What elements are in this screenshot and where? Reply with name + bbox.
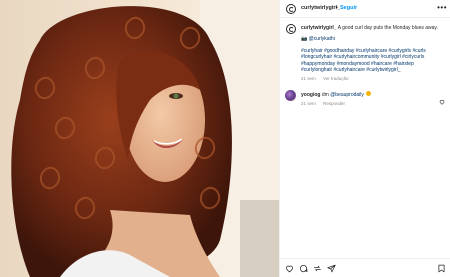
- comment-meta: 21 sem Responder: [301, 101, 436, 107]
- comment-mention-link[interactable]: @beauprodaily: [330, 92, 364, 98]
- hashtags[interactable]: #curlyhair #goodhairday #curlyhaircare #…: [301, 48, 446, 74]
- comment-item: yoogiog dm @beauprodaily 21 sem Responde…: [301, 91, 436, 107]
- share-icon[interactable]: [327, 264, 336, 273]
- comment-text: dm: [321, 91, 329, 98]
- post-caption: curlytwirlygirl_ A good curl day puts th…: [301, 25, 446, 83]
- comment-username[interactable]: yoogiog: [301, 92, 320, 98]
- commenter-avatar[interactable]: [285, 90, 296, 101]
- caption-avatar-icon[interactable]: [286, 24, 296, 34]
- repost-icon[interactable]: [313, 264, 322, 273]
- follow-button[interactable]: Seguir: [340, 5, 357, 11]
- post-photo[interactable]: [0, 0, 279, 277]
- comment-time: 21 sem: [301, 100, 316, 106]
- post-photo-image: [0, 0, 279, 277]
- reply-link[interactable]: Responder: [323, 101, 345, 106]
- heart-icon[interactable]: [285, 264, 294, 273]
- separator-dot: •: [336, 5, 338, 11]
- more-dots-icon[interactable]: •••: [437, 3, 447, 13]
- comment-icon[interactable]: [299, 264, 308, 273]
- camera-emoji: 📷: [301, 36, 308, 43]
- credit-mention-link[interactable]: @curlykathi: [309, 36, 335, 42]
- heart-outline-icon[interactable]: [439, 92, 445, 105]
- caption-meta: 21 sem Ver tradução: [301, 76, 446, 82]
- see-translation-link[interactable]: Ver tradução: [323, 76, 349, 81]
- caption-username[interactable]: curlytwirlygirl_: [301, 25, 337, 31]
- threads-logo-icon[interactable]: [286, 4, 296, 14]
- action-bar: [280, 258, 450, 277]
- caption-text: A good curl day puts the Monday blues aw…: [337, 25, 438, 31]
- bookmark-icon[interactable]: [437, 264, 446, 273]
- caption-time: 21 sem: [301, 76, 316, 82]
- header-username[interactable]: curlytwirlygirl_: [301, 5, 340, 11]
- emoji-icon: [366, 91, 372, 96]
- post-side-panel: curlytwirlygirl_ • Seguir ••• curlytwirl…: [279, 0, 450, 277]
- post-header: curlytwirlygirl_ • Seguir •••: [280, 0, 450, 18]
